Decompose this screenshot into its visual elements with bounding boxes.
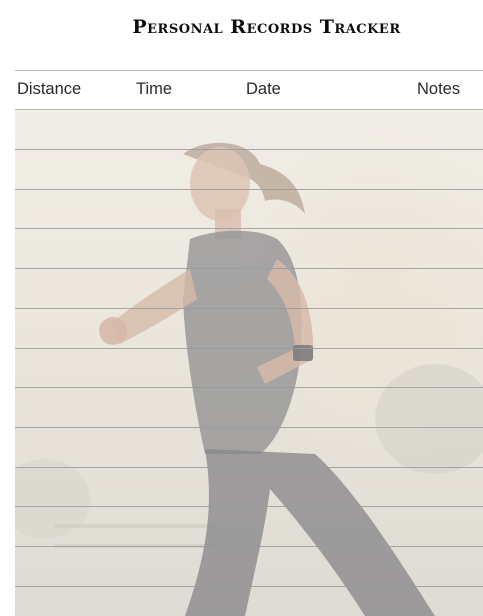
table-header: Distance Time Date Notes: [15, 71, 483, 110]
page: { "title": "Personal Records Tracker", "…: [0, 0, 483, 616]
records-table: Distance Time Date Notes: [15, 70, 483, 616]
table-row-line: [15, 348, 483, 349]
table-row-line: [15, 506, 483, 507]
table-row-line: [15, 586, 483, 587]
column-header-time: Time: [136, 80, 173, 98]
column-header-distance: Distance: [17, 80, 82, 98]
runner-background-image: [15, 109, 483, 616]
table-row-line: [15, 308, 483, 309]
table-row-line: [15, 427, 483, 428]
table-row-line: [15, 546, 483, 547]
table-row-line: [15, 149, 483, 150]
column-header-date: Date: [246, 80, 281, 98]
table-row-line: [15, 387, 483, 388]
table-row-line: [15, 228, 483, 229]
runner-silhouette: [15, 142, 483, 616]
table-row-line: [15, 189, 483, 190]
page-title: Personal Records Tracker: [132, 16, 401, 38]
table-row-line: [15, 268, 483, 269]
table-row-line: [15, 467, 483, 468]
column-header-notes: Notes: [417, 80, 461, 98]
